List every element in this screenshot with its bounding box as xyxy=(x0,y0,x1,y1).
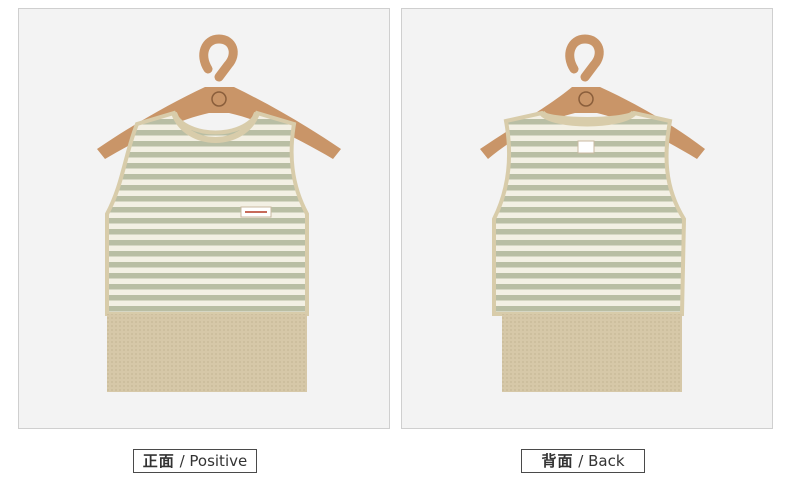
neck-tag xyxy=(577,140,595,154)
vest-body xyxy=(105,110,309,316)
front-view-caption: 正面 / Positive xyxy=(133,449,257,473)
vest-hem-band xyxy=(502,314,682,392)
caption-cn: 正面 xyxy=(142,452,175,470)
vest-hem-band xyxy=(107,314,307,392)
caption-en: Positive xyxy=(189,452,248,470)
caption-en: Back xyxy=(588,452,625,470)
caption-separator: / xyxy=(573,452,589,470)
back-view-panel xyxy=(401,8,773,429)
front-vest-photo xyxy=(97,34,341,392)
caption-cn: 背面 xyxy=(541,452,574,470)
front-view-panel xyxy=(18,8,390,429)
back-vest-photo xyxy=(480,34,705,392)
caption-separator: / xyxy=(174,452,190,470)
back-view-caption: 背面 / Back xyxy=(521,449,645,473)
